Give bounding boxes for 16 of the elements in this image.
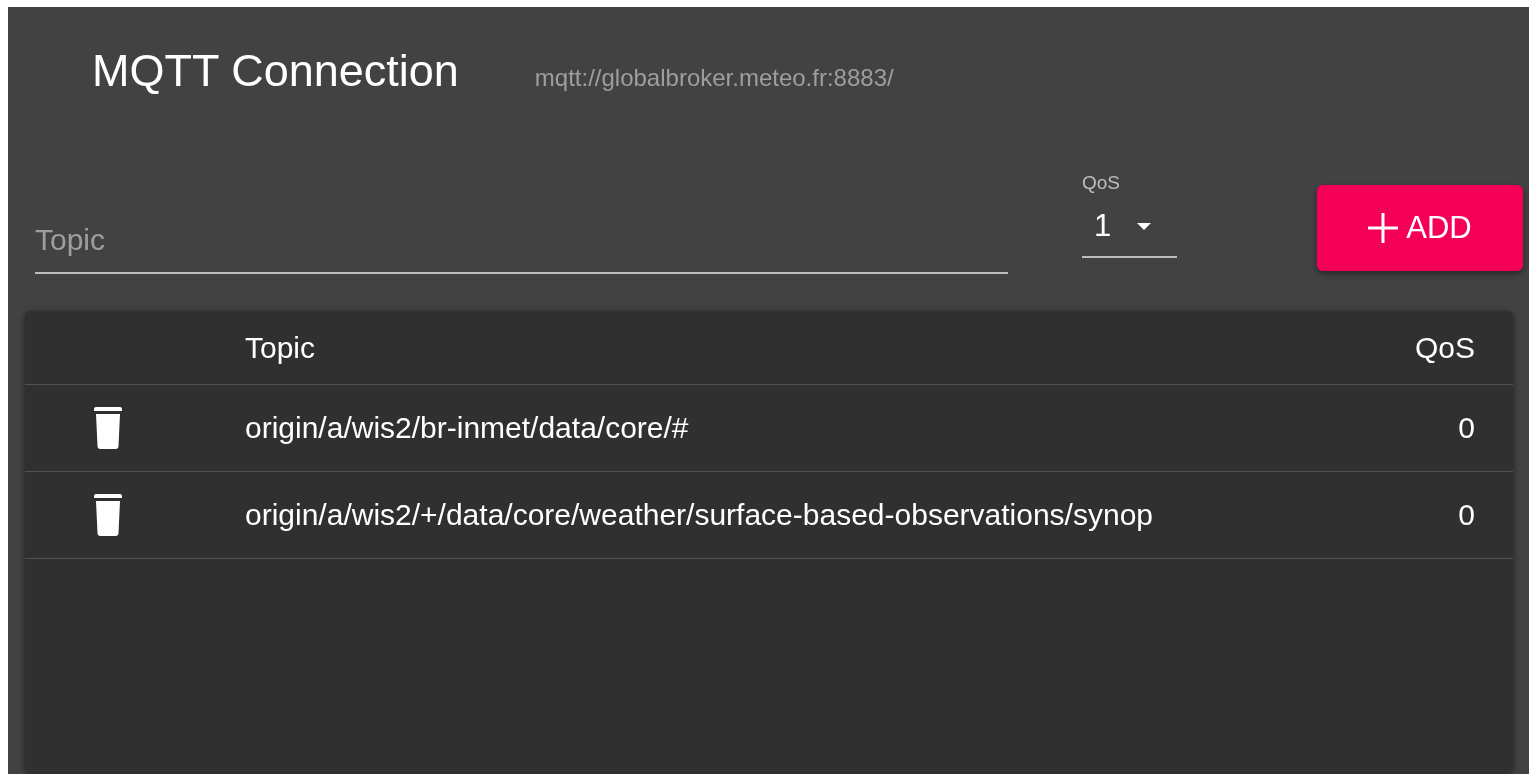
delete-icon[interactable] [92, 407, 123, 449]
plus-icon [1368, 213, 1399, 243]
caret-icon [1137, 222, 1152, 230]
broker-url: mqtt://globalbroker.meteo.fr:8883/ [534, 64, 894, 92]
add-button[interactable]: ADD [1317, 185, 1523, 271]
table-cell-text: 0 [1458, 411, 1476, 445]
connection-title: MQTT Connection [92, 45, 459, 97]
column-header: QoS [1414, 330, 1476, 365]
qos-select[interactable]: 1 [1082, 202, 1177, 258]
topic-field[interactable]: Topic [35, 168, 1008, 274]
qos-label: QoS [1082, 172, 1122, 195]
table-cell-text: 0 [1458, 498, 1476, 532]
table-cell-text: origin/a/wis2/+/data/core/weather/surface-based-observations/synop [245, 498, 1154, 532]
delete-icon[interactable] [92, 494, 123, 536]
column-header: Topic [245, 330, 317, 365]
table-cell-text: origin/a/wis2/br-inmet/data/core/# [245, 411, 690, 445]
